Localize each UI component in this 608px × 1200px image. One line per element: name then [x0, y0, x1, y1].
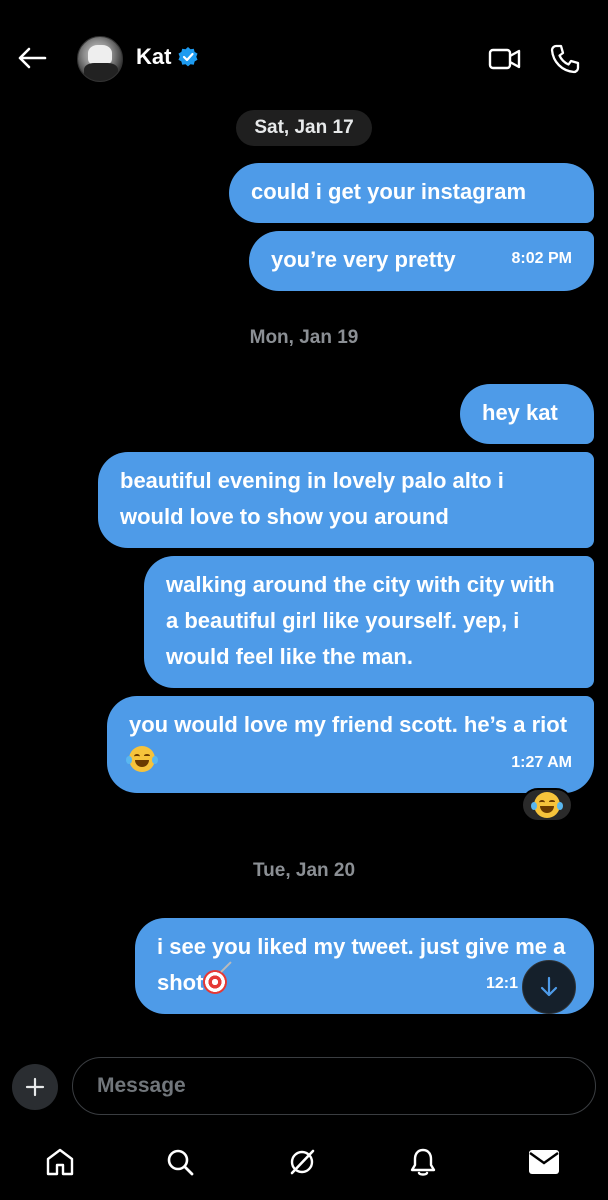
- nav-grok[interactable]: [280, 1140, 324, 1184]
- plus-icon: [25, 1077, 45, 1097]
- message-bubble[interactable]: walking around the city with city with a…: [144, 556, 594, 688]
- nav-messages[interactable]: [522, 1140, 566, 1184]
- avatar[interactable]: [77, 36, 123, 82]
- home-icon: [46, 1148, 74, 1176]
- laughing-tears-emoji-icon: [126, 746, 158, 772]
- message-bubble[interactable]: hey kat: [460, 384, 594, 444]
- profile-name-group[interactable]: Kat: [136, 44, 199, 70]
- message-bubble[interactable]: you would love my friend scott. he’s a r…: [107, 696, 594, 793]
- message-text: you would love my friend scott. he’s a r…: [129, 712, 568, 737]
- message-bubble[interactable]: could i get your instagram: [229, 163, 594, 223]
- date-separator: Sat, Jan 17: [0, 110, 608, 146]
- bottom-navigation: [0, 1128, 608, 1200]
- message-text: walking around the city with city with a…: [166, 572, 555, 669]
- video-icon: [488, 48, 521, 70]
- search-icon: [167, 1149, 194, 1176]
- date-separator-label: Mon, Jan 19: [249, 327, 359, 348]
- notifications-icon: [410, 1148, 436, 1176]
- add-attachment-button[interactable]: [12, 1064, 58, 1110]
- video-call-button[interactable]: [486, 40, 524, 78]
- nav-search[interactable]: [158, 1140, 202, 1184]
- conversation-header: Kat: [0, 0, 608, 118]
- grok-icon: [290, 1149, 315, 1175]
- nav-home[interactable]: [38, 1140, 82, 1184]
- back-button[interactable]: [14, 40, 50, 76]
- date-label: Sat, Jan 17: [236, 110, 372, 146]
- arrow-left-icon: [18, 47, 47, 69]
- message-text: hey kat: [482, 400, 558, 425]
- message-text: beautiful evening in lovely palo alto i …: [120, 468, 504, 529]
- phone-icon: [550, 44, 580, 74]
- laughing-tears-emoji-icon: [531, 792, 563, 818]
- message-input[interactable]: [72, 1057, 596, 1115]
- dart-target-emoji-icon: [203, 970, 228, 994]
- phone-call-button[interactable]: [546, 40, 584, 78]
- message-text: could i get your instagram: [251, 179, 527, 204]
- message-time: 1:27 AM: [511, 754, 572, 771]
- nav-notifications[interactable]: [401, 1140, 445, 1184]
- messages-icon: [529, 1150, 559, 1174]
- reaction-badge[interactable]: [521, 788, 573, 822]
- scroll-to-bottom-button[interactable]: [522, 960, 576, 1014]
- arrow-down-icon: [540, 976, 558, 997]
- message-time: 12:1: [485, 975, 518, 992]
- message-bubble[interactable]: beautiful evening in lovely palo alto i …: [98, 452, 594, 548]
- message-bubble[interactable]: you’re very pretty 8:02 PM: [249, 231, 594, 291]
- profile-name: Kat: [136, 44, 172, 69]
- message-time: 8:02 PM: [511, 250, 572, 267]
- message-text: you’re very pretty: [271, 247, 456, 272]
- verified-badge-icon: [178, 47, 198, 67]
- date-separator-label: Tue, Jan 20: [252, 860, 356, 881]
